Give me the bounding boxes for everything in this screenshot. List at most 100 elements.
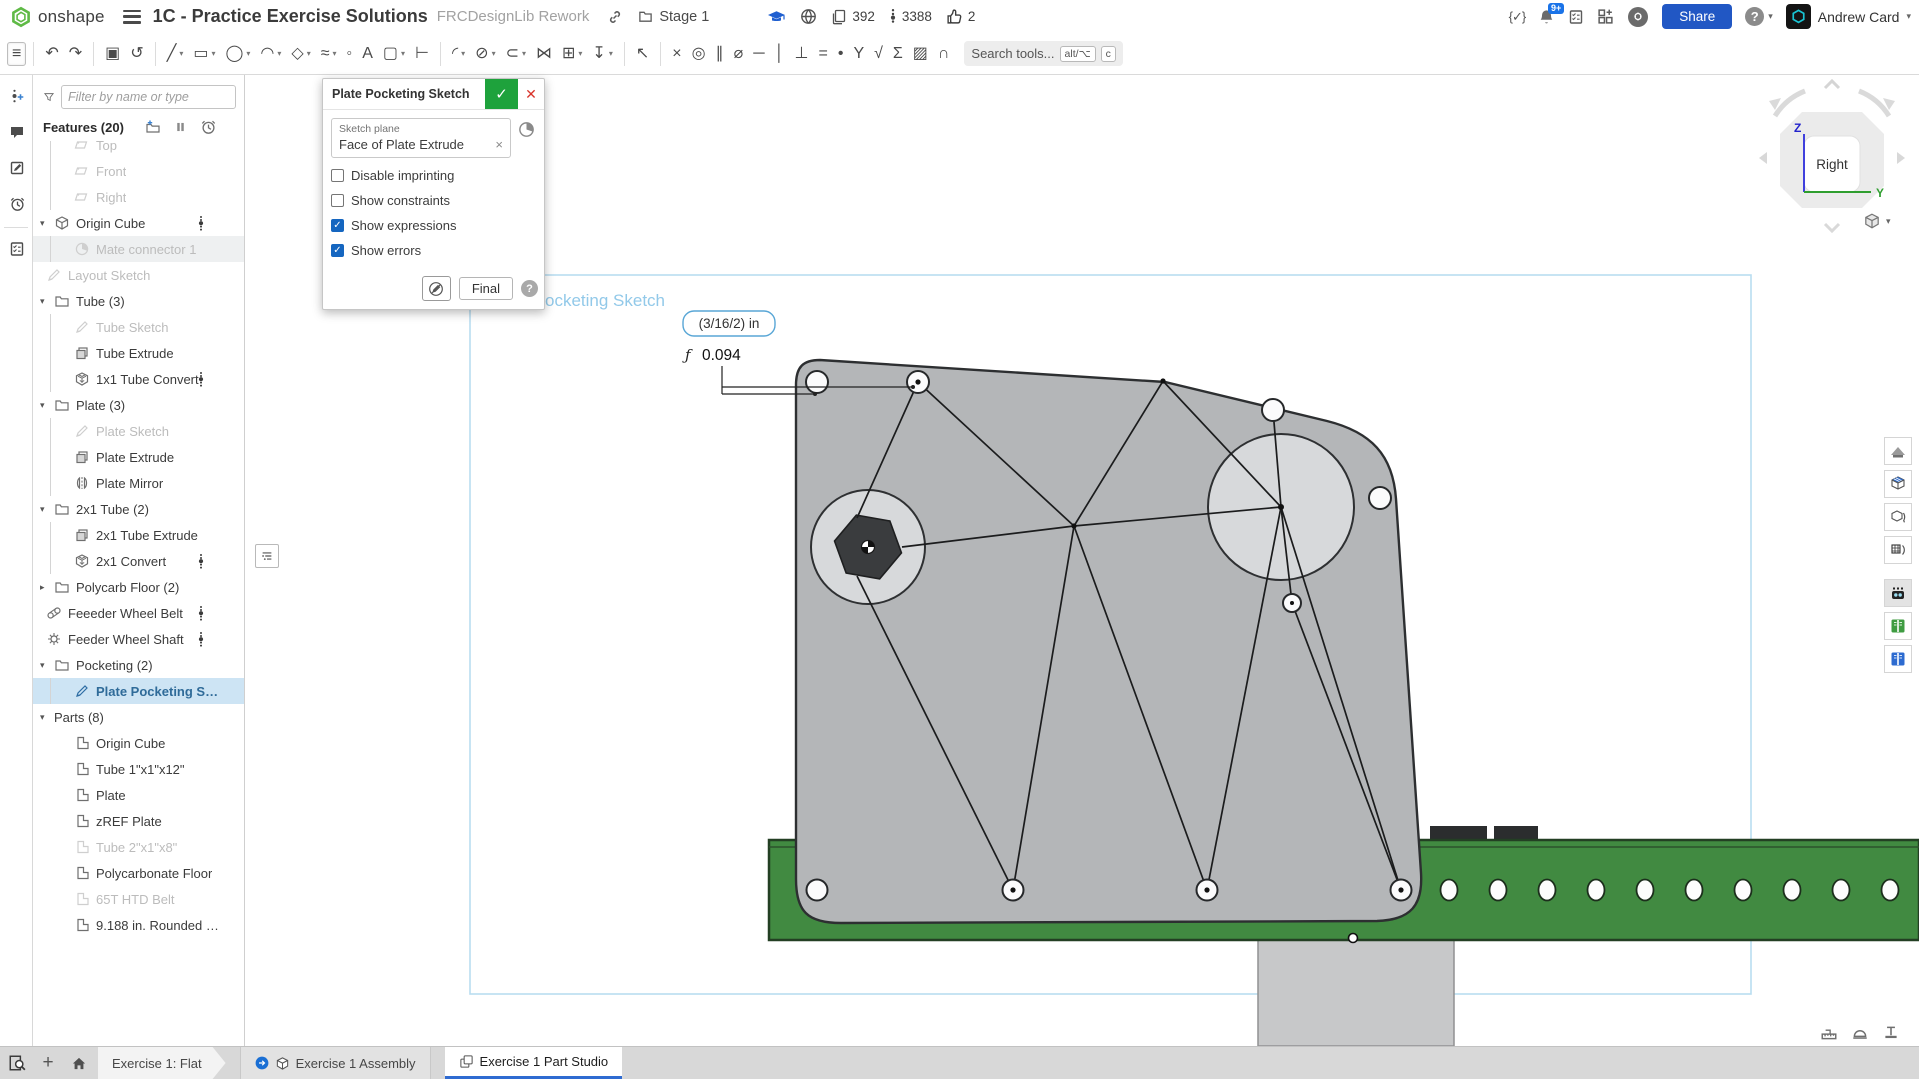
view-cube[interactable]: Right Z Y (1747, 76, 1917, 234)
appearance-icon[interactable] (1884, 437, 1912, 465)
tool-mirror-button[interactable]: ⋈ (532, 43, 556, 65)
checkbox-show-expressions[interactable]: ✓Show expressions (331, 218, 536, 233)
edit-document-icon[interactable] (0, 153, 33, 183)
tool-curvature-button[interactable]: ∩ (934, 43, 954, 65)
accept-button[interactable]: ✓ (485, 79, 518, 109)
link-icon[interactable] (607, 9, 623, 25)
tool-construction-button[interactable]: ▨ (909, 43, 932, 65)
measure-icon[interactable] (1820, 1024, 1838, 1042)
tree-item-right[interactable]: Right (33, 184, 244, 210)
tab-exercise-1-flat[interactable]: Exercise 1: Flat (98, 1047, 226, 1079)
public-globe-icon[interactable] (800, 8, 817, 25)
tree-item-plate-3[interactable]: ▾Plate (3) (33, 392, 244, 418)
tree-item-2x1-convert[interactable]: 2x1 Convert (33, 548, 244, 574)
tool-import-dxf-button[interactable]: ↧▾ (588, 43, 616, 65)
tool-circle-button[interactable]: ◯▾ (221, 43, 254, 65)
copies-icon[interactable]: 392 (831, 9, 875, 25)
account-menu[interactable]: Andrew Card ▾ (1786, 4, 1911, 29)
tree-item-9-188-in-rounded-hex[interactable]: 9.188 in. Rounded Hex... (33, 912, 244, 938)
onshape-logo[interactable]: onshape (10, 6, 105, 28)
tree-item-tube-extrude[interactable]: Tube Extrude (33, 340, 244, 366)
sketch-only-button[interactable] (422, 276, 451, 301)
add-folder-icon[interactable] (145, 119, 161, 135)
tool-offset-button[interactable]: ⊂▾ (502, 43, 530, 65)
suppress-icon[interactable] (174, 119, 187, 135)
tool-transform-button[interactable]: ↖ (632, 43, 653, 65)
tree-item-polycarb-floor-2[interactable]: ▸Polycarb Floor (2) (33, 574, 244, 600)
tree-caret-icon[interactable]: ▾ (40, 712, 54, 723)
tool-parallel-button[interactable]: ∥ (712, 43, 728, 65)
tool-rectangle-button[interactable]: ▭▾ (189, 43, 219, 65)
tree-item-tube-3[interactable]: ▾Tube (3) (33, 288, 244, 314)
mate-connector-dots-icon[interactable] (197, 371, 205, 387)
checkbox-show-errors[interactable]: ✓Show errors (331, 243, 536, 258)
home-tab-icon[interactable] (63, 1047, 95, 1079)
post-part[interactable] (1258, 933, 1454, 1046)
mate-connector-dots-icon[interactable] (197, 631, 205, 647)
tool-equal-button[interactable]: = (814, 43, 831, 65)
tool-horizontal-button[interactable]: ─ (749, 43, 768, 65)
rotate-left-arrow[interactable] (1759, 152, 1767, 164)
tool-arc-button[interactable]: ◠▾ (256, 43, 285, 65)
tree-item-tube-sketch[interactable]: Tube Sketch (33, 314, 244, 340)
tree-caret-icon[interactable]: ▸ (40, 582, 54, 593)
search-tools[interactable]: Search tools... alt/⌥ c (964, 41, 1122, 66)
rotate-view-icon[interactable] (1884, 503, 1912, 531)
tool-dimension-button[interactable]: ⊢ (411, 43, 433, 65)
view-cube-grid-icon[interactable] (1884, 470, 1912, 498)
featurescript-icon[interactable]: {✓} (1509, 9, 1526, 25)
checkbox-disable-imprinting[interactable]: Disable imprinting (331, 168, 536, 183)
tool-point-button[interactable]: ◦ (343, 43, 357, 65)
green-library-icon[interactable] (1884, 612, 1912, 640)
tool-redo-button[interactable]: ↷ (65, 43, 86, 65)
tab-search-icon[interactable] (0, 1047, 33, 1079)
checklist-icon[interactable] (0, 234, 33, 264)
tool-normal-button[interactable]: √ (870, 43, 887, 65)
rollback-icon[interactable] (200, 119, 216, 135)
tree-item-feeder-wheel-shaft[interactable]: Feeder Wheel Shaft (33, 626, 244, 652)
rotate-ccw-arrow[interactable] (1775, 91, 1805, 116)
tool-fillet-button[interactable]: ◜▾ (448, 43, 469, 65)
tree-caret-icon[interactable]: ▾ (40, 660, 54, 671)
tree-item-layout-sketch[interactable]: Layout Sketch (33, 262, 244, 288)
apps-icon[interactable] (1597, 8, 1614, 25)
tree-item-parts-8[interactable]: ▾Parts (8) (33, 704, 244, 730)
folder-icon[interactable]: Stage 1 (637, 9, 709, 25)
tree-item-65t-htd-belt[interactable]: 65T HTD Belt (33, 886, 244, 912)
tool-midpoint-button[interactable]: • (834, 43, 848, 65)
tree-item-feeeder-wheel-belt[interactable]: Feeeder Wheel Belt (33, 600, 244, 626)
help-menu[interactable]: ? ▾ (1745, 7, 1773, 26)
tool-text-button[interactable]: A (358, 43, 377, 65)
ai-assistant-icon[interactable] (1627, 6, 1649, 28)
tool-slot-button[interactable]: ▢▾ (379, 43, 409, 65)
rotate-cw-arrow[interactable] (1859, 91, 1889, 116)
tree-item-2x1-tube-2[interactable]: ▾2x1 Tube (2) (33, 496, 244, 522)
tree-item-1x1-tube-convert[interactable]: 1x1 Tube Convert (33, 366, 244, 392)
history-icon[interactable] (0, 189, 33, 219)
tool-perpendicular-button[interactable]: ⊥ (791, 43, 813, 65)
share-button[interactable]: Share (1662, 4, 1732, 29)
tree-caret-icon[interactable]: ▾ (40, 296, 54, 307)
tool-extrude-button[interactable]: ▣ (101, 43, 124, 65)
cancel-button[interactable]: ✕ (518, 79, 544, 109)
versions-icon[interactable]: 3388 (889, 8, 932, 25)
named-views-icon[interactable] (1884, 536, 1912, 564)
comment-icon[interactable] (0, 117, 33, 147)
blue-library-icon[interactable] (1884, 645, 1912, 673)
tool-line-button[interactable]: ╱▾ (163, 43, 188, 65)
tool-symmetric-button[interactable]: Σ (889, 43, 907, 65)
checkbox-box[interactable] (331, 169, 344, 182)
dialog-help-icon[interactable]: ? (521, 280, 538, 297)
tool-concentric-button[interactable]: ◎ (688, 43, 710, 65)
tool-trim-button[interactable]: ⊘▾ (471, 43, 499, 65)
tree-item-2x1-tube-extrude[interactable]: 2x1 Tube Extrude (33, 522, 244, 548)
checkbox-show-constraints[interactable]: Show constraints (331, 193, 536, 208)
tree-item-zref-plate[interactable]: zREF Plate (33, 808, 244, 834)
tool-spline-button[interactable]: ≈▾ (317, 43, 341, 65)
view-mode-dropdown[interactable]: ▾ (1862, 212, 1891, 230)
release-tasks-icon[interactable] (1568, 9, 1584, 25)
tool-pattern-button[interactable]: ⊞▾ (558, 43, 586, 65)
tool-vertical-button[interactable]: │ (771, 43, 789, 65)
tree-item-origin-cube[interactable]: ▾Origin Cube (33, 210, 244, 236)
tool-coincident-button[interactable]: × (668, 43, 685, 65)
